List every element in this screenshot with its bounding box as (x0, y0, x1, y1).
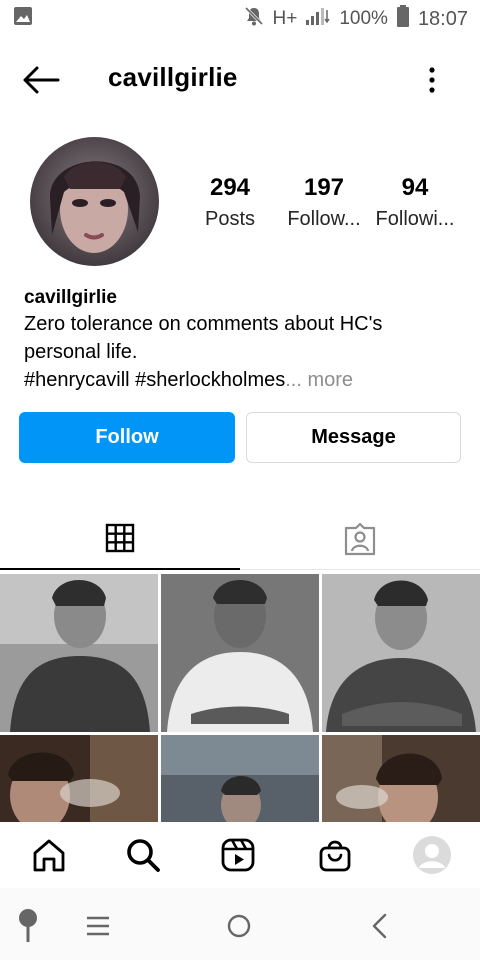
mute-icon (243, 5, 265, 33)
posts-label: Posts (204, 208, 256, 230)
recent-apps-button[interactable] (78, 906, 118, 946)
back-button[interactable] (22, 64, 62, 96)
following-count: 94 (401, 174, 429, 201)
signal-icon (305, 6, 331, 32)
bio-text-line: personal life. (24, 341, 138, 363)
post-thumbnail[interactable] (322, 574, 480, 732)
post-thumbnail[interactable] (0, 735, 158, 822)
nav-profile[interactable] (407, 830, 457, 880)
assistant-button[interactable] (8, 906, 48, 946)
stat-following[interactable]: 94 Followi... (365, 172, 465, 231)
bio-hashtags-line: #henrycavill #sherlockholmes... more (24, 366, 464, 394)
message-button[interactable]: Message (246, 412, 461, 463)
network-type: H+ (272, 8, 298, 29)
posts-count: 294 (209, 174, 251, 201)
image-icon (12, 5, 34, 33)
post-thumbnail[interactable] (161, 574, 319, 732)
follow-button[interactable]: Follow (19, 412, 235, 463)
tagged-person-icon (344, 522, 376, 555)
stat-followers[interactable]: 197 Follow... (274, 172, 374, 231)
nav-home[interactable] (24, 830, 74, 880)
followers-count: 197 (303, 174, 345, 201)
back-chevron-icon (372, 913, 387, 939)
battery-percent: 100% (339, 8, 388, 29)
bottom-navigation (0, 822, 480, 888)
profile-bio: cavillgirlie Zero tolerance on comments … (24, 286, 464, 394)
profile-avatar-icon (413, 836, 451, 874)
followers-label: Follow... (287, 208, 361, 230)
vertical-dots-icon (429, 67, 435, 93)
profile-tabs (0, 508, 480, 570)
arrow-left-icon (23, 66, 60, 94)
reels-icon (221, 838, 255, 872)
page-title: cavillgirlie (108, 62, 238, 92)
profile-name: cavillgirlie (24, 287, 117, 308)
nav-search[interactable] (118, 830, 168, 880)
battery-icon (396, 5, 410, 33)
following-label: Followi... (375, 208, 455, 230)
bio-more-link[interactable]: ... more (285, 369, 353, 391)
system-back-button[interactable] (360, 906, 400, 946)
profile-header: cavillgirlie (0, 50, 480, 108)
system-navigation-bar (0, 888, 480, 960)
system-home-button[interactable] (219, 906, 259, 946)
post-thumbnail[interactable] (322, 735, 480, 822)
search-icon (127, 839, 160, 872)
bio-text-line: Zero tolerance on comments about HC's (24, 313, 383, 335)
profile-stats: 294 Posts 197 Follow... 94 Followi... (190, 172, 470, 242)
profile-avatar[interactable] (30, 137, 159, 266)
shop-icon (319, 840, 351, 872)
tab-tagged[interactable] (240, 508, 480, 570)
bio-hashtags[interactable]: #henrycavill #sherlockholmes (24, 369, 285, 391)
clock: 18:07 (417, 7, 468, 30)
post-thumbnail[interactable] (0, 574, 158, 732)
stat-posts[interactable]: 294 Posts (180, 172, 280, 231)
post-thumbnail[interactable] (161, 735, 319, 822)
nav-shop[interactable] (310, 830, 360, 880)
home-circle-icon (227, 914, 251, 938)
nav-reels[interactable] (213, 830, 263, 880)
home-icon (33, 839, 65, 872)
status-bar: H+ 100% 18:07 (0, 0, 480, 38)
recent-apps-icon (87, 916, 109, 936)
posts-grid (0, 574, 480, 822)
grid-icon (105, 523, 135, 553)
tab-posts-grid[interactable] (0, 508, 240, 570)
more-options-button[interactable] (420, 64, 444, 96)
assistant-icon (19, 909, 37, 942)
